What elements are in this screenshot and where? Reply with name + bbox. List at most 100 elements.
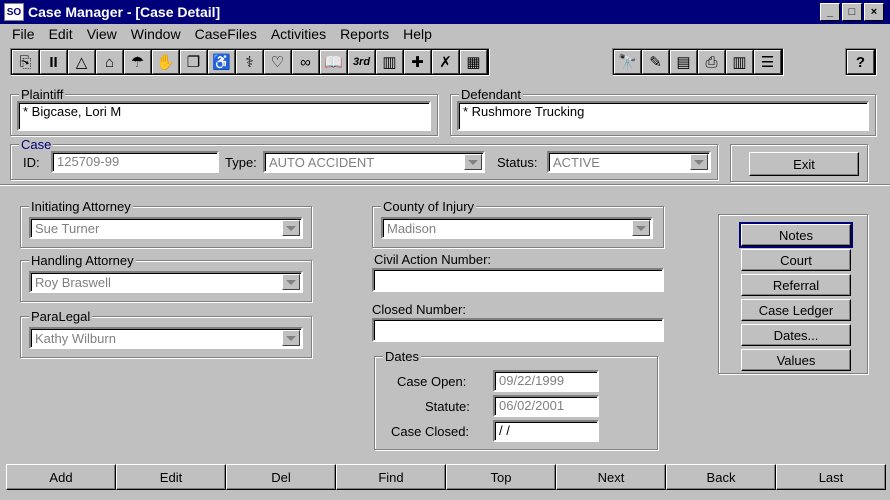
county-select[interactable]: Madison [381, 217, 653, 239]
report-icon[interactable]: ▥ [726, 50, 753, 74]
closed-number-label: Closed Number: [372, 302, 466, 317]
cards-icon[interactable]: ✎ [642, 50, 669, 74]
dropdown-arrow-icon[interactable] [282, 220, 300, 236]
plaintiff-group: Plaintiff * Bigcase, Lori M [10, 87, 438, 136]
county-value: Madison [387, 221, 437, 236]
heart-icon[interactable]: ♡ [264, 50, 291, 74]
case-type-select[interactable]: AUTO ACCIDENT [263, 151, 485, 173]
add-button[interactable]: Add [6, 464, 116, 490]
printer-icon[interactable]: ⎙ [698, 50, 725, 74]
case-ledger-button[interactable]: Case Ledger [741, 299, 851, 321]
menu-file[interactable]: File [0, 26, 42, 42]
list-icon[interactable]: ☰ [754, 50, 781, 74]
minimize-button[interactable]: _ [820, 3, 840, 21]
help-toolbar: ? [845, 48, 877, 78]
triangle-icon[interactable]: △ [68, 50, 95, 74]
find-button[interactable]: Find [336, 464, 446, 490]
closed-number-field[interactable] [372, 318, 664, 342]
third-icon[interactable]: 3rd [348, 50, 375, 74]
plaintiff-field[interactable]: * Bigcase, Lori M [17, 101, 431, 131]
top-button[interactable]: Top [446, 464, 556, 490]
toolbar-group-help: ? [845, 48, 877, 76]
calendar-icon[interactable]: ▤ [670, 50, 697, 74]
county-group: County of Injury Madison [372, 199, 664, 248]
handling-attorney-group: Handling Attorney Roy Braswell [20, 253, 312, 302]
record-nav-bar: Add Edit Del Find Top Next Back Last [6, 464, 886, 492]
window-title: Case Manager - [Case Detail] [28, 4, 221, 20]
menu-reports[interactable]: Reports [333, 26, 396, 42]
civil-action-field[interactable] [372, 268, 664, 292]
case-open-field[interactable]: 09/22/1999 [493, 370, 599, 392]
crossed-hands-icon[interactable]: ✗ [432, 50, 459, 74]
dates-group: Dates Case Open: 09/22/1999 Statute: 06/… [374, 349, 658, 450]
menu-help[interactable]: Help [396, 26, 439, 42]
pause-icon[interactable]: II [40, 50, 67, 74]
next-button[interactable]: Next [556, 464, 666, 490]
case-label: Case [19, 137, 54, 152]
menu-view[interactable]: View [80, 26, 124, 42]
caduceus-icon[interactable]: ⚕ [236, 50, 263, 74]
defendant-group: Defendant * Rushmore Trucking [450, 87, 876, 136]
case-id-field[interactable]: 125709-99 [51, 151, 219, 173]
dropdown-arrow-icon[interactable] [690, 154, 708, 170]
close-button[interactable]: × [864, 3, 884, 21]
secondary-toolbar: 🔭 ✎ ▤ ⎙ ▥ ☰ [612, 48, 784, 78]
defendant-field[interactable]: * Rushmore Trucking [457, 101, 869, 131]
maximize-button[interactable]: □ [842, 3, 862, 21]
handling-attorney-label: Handling Attorney [29, 253, 136, 268]
menu-casefiles[interactable]: CaseFiles [188, 26, 264, 42]
handling-attorney-value: Roy Braswell [35, 275, 111, 290]
app-icon[interactable]: SO [4, 3, 24, 21]
dates-button[interactable]: Dates... [741, 324, 851, 346]
case-status-value: ACTIVE [553, 155, 600, 170]
last-button[interactable]: Last [776, 464, 886, 490]
delete-button[interactable]: Del [226, 464, 336, 490]
statute-label: Statute: [425, 399, 470, 414]
actions-group: Notes Court Referral Case Ledger Dates..… [718, 214, 868, 374]
initiating-attorney-select[interactable]: Sue Turner [29, 217, 303, 239]
plaintiff-label: Plaintiff [19, 87, 66, 102]
dropdown-arrow-icon[interactable] [632, 220, 650, 236]
menu-edit[interactable]: Edit [42, 26, 80, 42]
referral-button[interactable]: Referral [741, 274, 851, 296]
menu-window[interactable]: Window [124, 26, 188, 42]
title-bar[interactable]: SO Case Manager - [Case Detail] _ □ × [0, 0, 890, 24]
divider [0, 184, 890, 186]
menu-activities[interactable]: Activities [264, 26, 333, 42]
statute-field[interactable]: 06/02/2001 [493, 395, 599, 417]
handling-attorney-select[interactable]: Roy Braswell [29, 271, 303, 293]
ledger-icon[interactable]: ▥ [376, 50, 403, 74]
edit-button[interactable]: Edit [116, 464, 226, 490]
film-icon[interactable]: ▦ [460, 50, 487, 74]
initiating-attorney-group: Initiating Attorney Sue Turner [20, 199, 312, 248]
medical-kit-icon[interactable]: ✚ [404, 50, 431, 74]
handshake-icon[interactable]: ✋ [152, 50, 179, 74]
paralegal-select[interactable]: Kathy Wilburn [29, 327, 303, 349]
rings-icon[interactable]: ∞ [292, 50, 319, 74]
copy-icon[interactable]: ❐ [180, 50, 207, 74]
case-closed-label: Case Closed: [391, 424, 470, 439]
values-button[interactable]: Values [741, 349, 851, 371]
dropdown-arrow-icon[interactable] [464, 154, 482, 170]
exit-button[interactable]: Exit [749, 152, 859, 176]
house-icon[interactable]: ⌂ [96, 50, 123, 74]
case-id-label: ID: [23, 155, 40, 170]
case-open-label: Case Open: [397, 374, 467, 389]
clipboard-icon[interactable]: ⎘ [12, 50, 39, 74]
notes-button[interactable]: Notes [739, 222, 853, 248]
help-icon[interactable]: ? [847, 50, 874, 74]
binoculars-icon[interactable]: 🔭 [614, 50, 641, 74]
case-type-value: AUTO ACCIDENT [269, 155, 375, 170]
book-icon[interactable]: 📖 [320, 50, 347, 74]
case-closed-field[interactable]: / / [493, 420, 599, 442]
graduate-icon[interactable]: ☂ [124, 50, 151, 74]
wheelchair-icon[interactable]: ♿ [208, 50, 235, 74]
toolbar-group-main: ⎘ II △ ⌂ ☂ ✋ ❐ ♿ ⚕ ♡ ∞ 📖 3rd ▥ ✚ ✗ ▦ [10, 48, 490, 76]
back-button[interactable]: Back [666, 464, 776, 490]
dropdown-arrow-icon[interactable] [282, 274, 300, 290]
case-status-select[interactable]: ACTIVE [547, 151, 711, 173]
paralegal-label: ParaLegal [29, 309, 93, 324]
dropdown-arrow-icon[interactable] [282, 330, 300, 346]
court-button[interactable]: Court [741, 249, 851, 271]
menu-bar: File Edit View Window CaseFiles Activiti… [0, 24, 890, 44]
